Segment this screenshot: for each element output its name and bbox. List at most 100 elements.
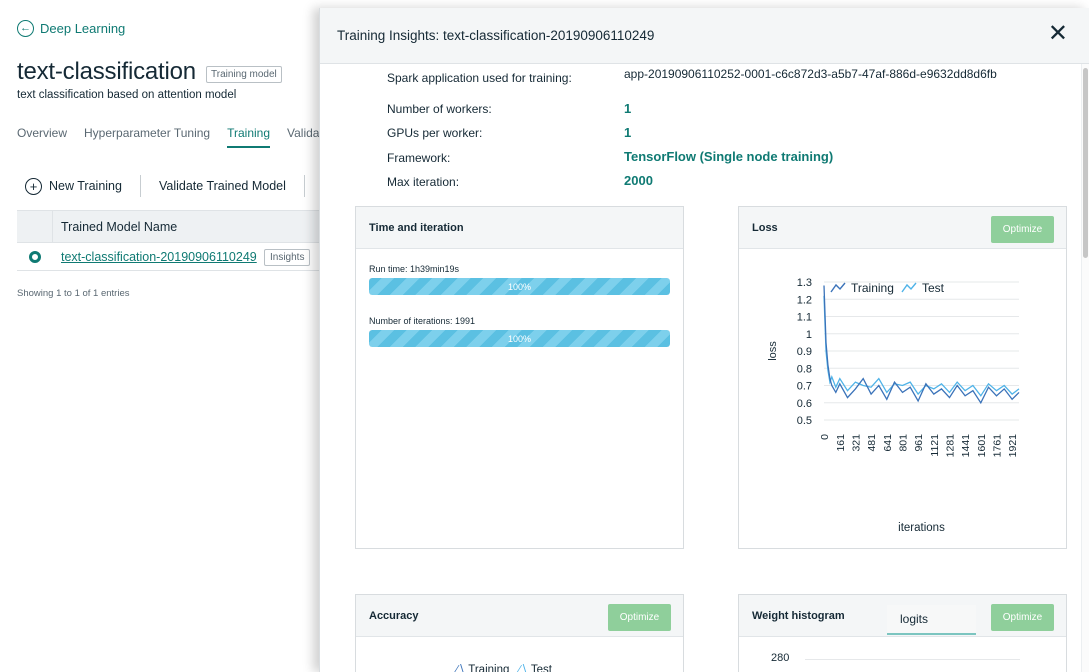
table-header: Trained Model Name	[17, 210, 330, 243]
x-axis-label: iterations	[898, 522, 945, 534]
x-tick-label: 161	[835, 434, 847, 452]
accuracy-legend: ∕∖ Training ∕∖ Test	[456, 662, 552, 672]
tab-validation[interactable]: Valida	[287, 126, 319, 148]
y-tick-label: 1.2	[797, 294, 812, 306]
accuracy-legend-test: Test	[530, 664, 552, 672]
legend-line-icon	[830, 282, 846, 293]
x-tick-label: 1921	[1007, 434, 1019, 458]
x-tick-label: 961	[913, 434, 925, 452]
x-tick-label: 1761	[991, 434, 1003, 458]
loss-title: Loss	[752, 222, 778, 234]
y-tick-label: 1	[806, 329, 812, 341]
iterations-label: Number of iterations: 1991	[369, 316, 476, 326]
table-actions: + New Training Validate Trained Model	[25, 175, 323, 197]
new-training-label: New Training	[49, 179, 122, 193]
accuracy-card: Accuracy Optimize ∕∖ Training ∕∖ Test	[355, 594, 684, 672]
accuracy-title: Accuracy	[369, 610, 419, 622]
panel-header: Training Insights: text-classification-2…	[320, 8, 1089, 64]
back-to-deep-learning-link[interactable]: ← Deep Learning	[17, 20, 125, 37]
info-label-framework: Framework:	[387, 151, 451, 165]
panel-title: Training Insights: text-classification-2…	[337, 28, 655, 43]
info-value-workers: 1	[624, 101, 632, 116]
card-header: Accuracy Optimize	[356, 595, 683, 637]
x-tick-label: 1281	[944, 434, 956, 458]
column-header-model-name[interactable]: Trained Model Name	[61, 220, 177, 234]
runtime-label: Run time: 1h39min19s	[369, 264, 460, 274]
loss-chart: Training Test 1.3 1.2 1.1 1 0.9 0.8 0.7 0.6 0.5 los…	[767, 277, 1020, 534]
x-tick-label: 0	[819, 434, 831, 440]
histogram-y-tick: 280	[771, 652, 790, 664]
y-tick-label: 0.8	[797, 363, 812, 375]
legend-label: Test	[922, 281, 945, 295]
x-tick-label: 1601	[976, 434, 988, 458]
table-row[interactable]: text-classification-20190906110249 Insig…	[17, 243, 330, 271]
info-value-spark-app: app-20190906110252-0001-c6c872d3-a5b7-47…	[624, 67, 997, 81]
tab-training[interactable]: Training	[227, 126, 271, 148]
accuracy-optimize-button[interactable]: Optimize	[608, 604, 671, 631]
add-icon: +	[25, 177, 42, 195]
y-tick-label: 0.6	[797, 398, 812, 410]
loss-optimize-button[interactable]: Optimize	[991, 216, 1054, 243]
training-insights-panel: Training Insights: text-classification-2…	[319, 8, 1089, 672]
weight-histogram-title: Weight histogram	[752, 610, 845, 622]
entries-count: Showing 1 to 1 of 1 entries	[17, 288, 130, 299]
series-line-test	[823, 295, 1020, 397]
x-tick-label: 641	[882, 434, 894, 452]
page-title: text-classification	[17, 58, 196, 85]
y-tick-label: 1.1	[797, 312, 812, 324]
back-link-label: Deep Learning	[40, 21, 126, 36]
info-value-framework: TensorFlow (Single node training)	[624, 149, 834, 164]
accuracy-legend-training: Training	[468, 664, 510, 672]
training-page: ← Deep Learning text-classification Trai…	[0, 0, 330, 672]
logits-tab[interactable]: logits	[887, 605, 976, 635]
iterations-progress-text: 100%	[507, 333, 532, 344]
legend-label: Training	[851, 281, 894, 295]
tab-hyperparameter-tuning[interactable]: Hyperparameter Tuning	[84, 126, 210, 148]
iterations-progress-bar: 100%	[369, 330, 670, 347]
page-tabs: Overview Hyperparameter Tuning Training …	[17, 126, 319, 148]
runtime-progress-bar: 100%	[369, 278, 670, 295]
info-label-workers: Number of workers:	[387, 102, 492, 116]
legend-line-icon	[901, 282, 917, 293]
model-name-link[interactable]: text-classification-20190906110249	[61, 250, 257, 264]
y-tick-label: 1.3	[797, 277, 812, 289]
action-divider	[139, 175, 141, 197]
validate-trained-model-button[interactable]: Validate Trained Model	[159, 179, 286, 193]
x-tick-label: 481	[866, 434, 878, 452]
row-select-radio[interactable]	[29, 251, 41, 263]
x-tick-label: 801	[897, 434, 909, 452]
model-type-tag: Training model	[206, 66, 282, 83]
legend-line-icon: ∕∖	[456, 664, 466, 672]
time-iteration-title: Time and iteration	[369, 222, 464, 234]
info-value-gpus: 1	[624, 125, 632, 140]
info-label-gpus: GPUs per worker:	[387, 126, 483, 140]
y-axis-label: loss	[767, 341, 779, 361]
page-subtitle: text classification based on attention m…	[17, 89, 237, 101]
x-tick-label: 1441	[960, 434, 972, 458]
new-training-button[interactable]: + New Training	[25, 177, 122, 195]
tab-overview[interactable]: Overview	[17, 126, 67, 148]
time-iteration-card: Time and iteration Run time: 1h39min19s …	[355, 206, 684, 549]
action-divider	[303, 175, 305, 197]
panel-scrollbar[interactable]	[1081, 64, 1089, 672]
y-tick-label: 0.9	[797, 346, 812, 358]
legend-line-icon: ∕∖	[518, 664, 528, 672]
card-header: Weight histogram logits Optimize	[739, 595, 1066, 637]
y-tick-label: 0.5	[797, 415, 812, 427]
weight-histogram-card: Weight histogram logits Optimize 280	[738, 594, 1067, 672]
info-value-max-iteration: 2000	[624, 173, 653, 188]
scrollbar-thumb[interactable]	[1083, 68, 1088, 258]
histogram-gridline	[805, 659, 1020, 660]
info-label-spark-app: Spark application used for training:	[387, 71, 572, 85]
arrow-left-icon: ←	[17, 20, 34, 37]
runtime-progress-text: 100%	[507, 281, 532, 292]
x-tick-label: 321	[850, 434, 862, 452]
insights-button[interactable]: Insights	[264, 249, 311, 266]
info-label-max-iteration: Max iteration:	[387, 175, 460, 189]
close-icon[interactable]: ✕	[1048, 22, 1068, 46]
weight-optimize-button[interactable]: Optimize	[991, 604, 1054, 631]
loss-card: Loss Optimize Training Test 1.3 1.2 1.1 1 0.9 0…	[738, 206, 1067, 549]
card-header: Time and iteration	[356, 207, 683, 249]
y-tick-label: 0.7	[797, 381, 812, 393]
x-tick-label: 1121	[929, 434, 941, 457]
